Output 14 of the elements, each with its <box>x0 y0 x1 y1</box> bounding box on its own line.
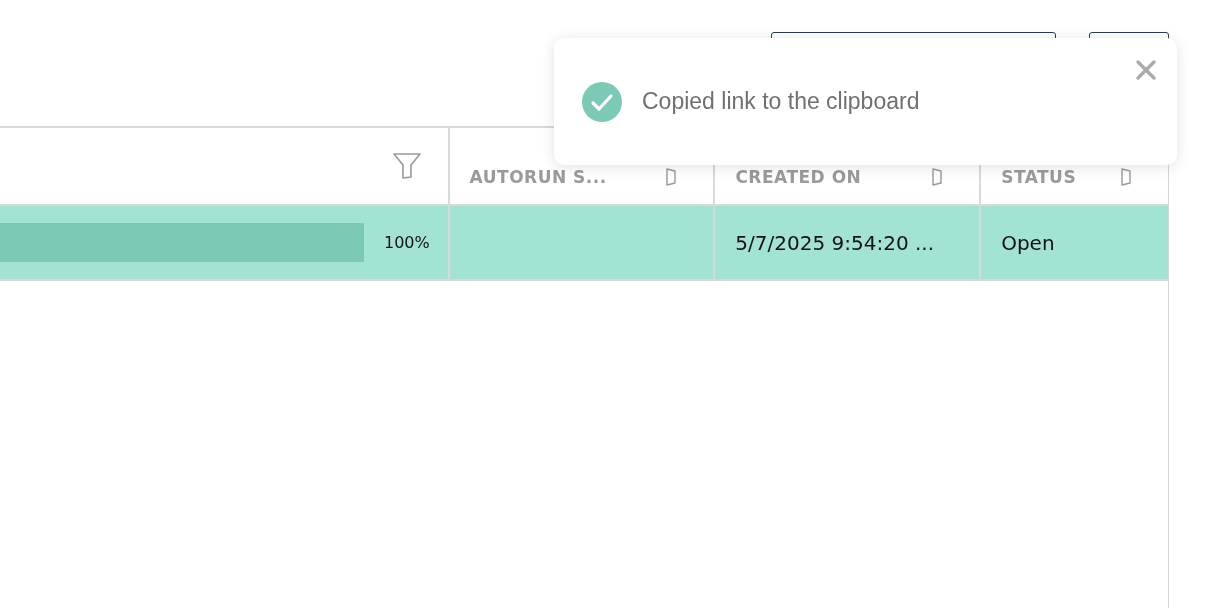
progress-reading: 100% <box>384 233 430 252</box>
table-cell: 5/7/2025 9:54:20 ... <box>735 230 935 255</box>
column-title: CREATED ON <box>735 167 862 187</box>
sort-icon[interactable] <box>931 167 944 187</box>
filter-icon[interactable] <box>391 152 422 180</box>
sort-icon[interactable] <box>1120 167 1132 187</box>
close-icon[interactable] <box>1135 59 1157 81</box>
check-icon <box>582 81 622 122</box>
table-cell: Open <box>1001 230 1055 255</box>
sort-icon[interactable] <box>665 167 678 187</box>
column-title: AUTORUN S... <box>469 167 607 187</box>
table-row[interactable]: 100% 5/7/2025 9:54:20 ... Open <box>0 204 1168 281</box>
toast-message: Copied link to the clipboard <box>642 88 920 115</box>
column-title: STATUS <box>1001 167 1077 187</box>
